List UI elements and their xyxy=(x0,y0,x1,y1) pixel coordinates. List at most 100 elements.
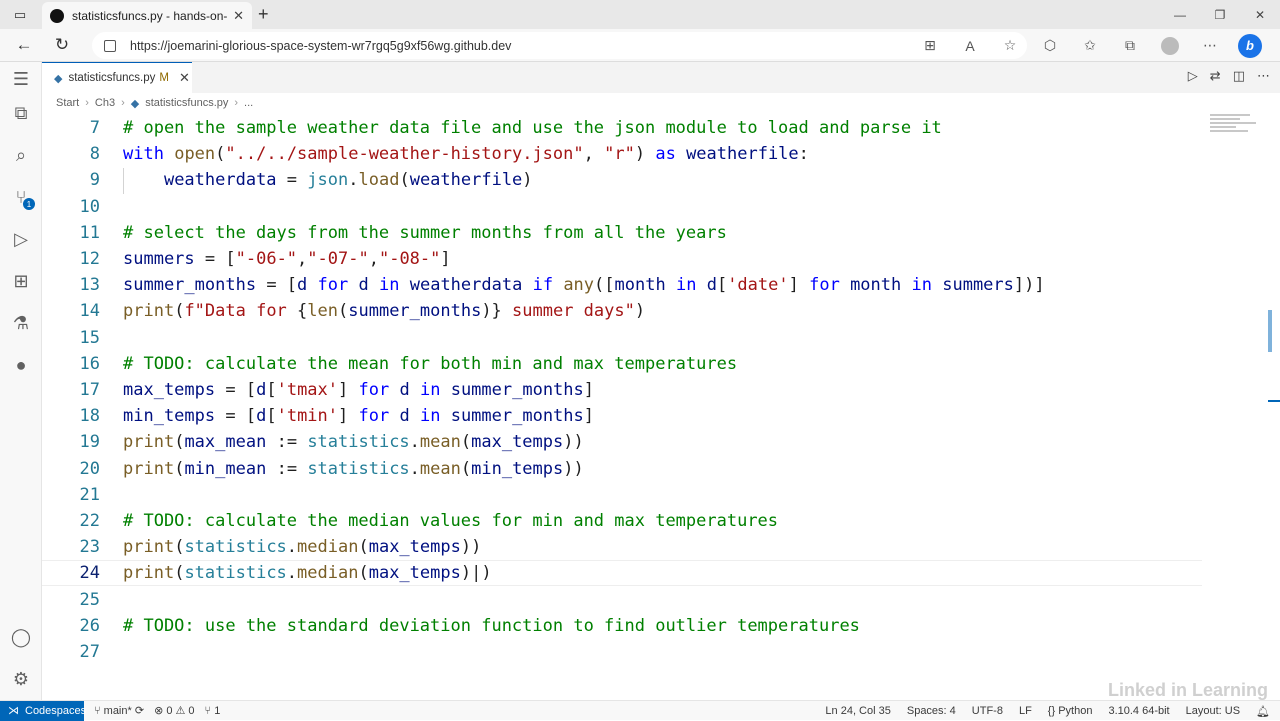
end-of-line[interactable]: LF xyxy=(1019,705,1032,717)
code-text[interactable]: min_temps = [d['tmin'] for d in summer_m… xyxy=(123,406,594,426)
profile-avatar[interactable] xyxy=(1150,32,1190,59)
code-line[interactable]: 24 print(statistics.median(max_temps)|) xyxy=(42,560,1202,587)
breadcrumb-item[interactable]: Ch3 xyxy=(95,97,115,109)
python-file-icon: ◆ xyxy=(54,72,63,85)
code-text[interactable]: # open the sample weather data file and … xyxy=(123,118,942,138)
code-text[interactable]: summer_months = [d for d in weatherdata … xyxy=(123,275,1045,295)
code-line[interactable]: 17 max_temps = [d['tmax'] for d in summer… xyxy=(42,377,1202,403)
collections-icon[interactable]: ⧉ xyxy=(1110,32,1150,59)
code-text[interactable]: print(f"Data for {len(summer_months)} su… xyxy=(123,301,645,321)
browser-toolbar: ⊞ A ☆ ⬡ ✩ ⧉ ⋯ b xyxy=(910,32,1270,59)
code-line[interactable]: 8 with open("../../sample-weather-history… xyxy=(42,141,1202,167)
breadcrumb-item[interactable]: ... xyxy=(244,97,253,109)
code-line[interactable]: 25 xyxy=(42,587,1202,613)
code-line[interactable]: 14 print(f"Data for {len(summer_months)} … xyxy=(42,298,1202,324)
minimize-button[interactable]: — xyxy=(1160,0,1200,29)
code-line[interactable]: 7 # open the sample weather data file and… xyxy=(42,115,1202,141)
breadcrumb-item[interactable]: Start xyxy=(56,97,79,109)
code-line[interactable]: 27 xyxy=(42,639,1202,665)
code-text[interactable]: print(max_mean := statistics.mean(max_te… xyxy=(123,432,584,452)
code-line[interactable]: 12 summers = ["-06-","-07-","-08-"] xyxy=(42,246,1202,272)
search-icon[interactable]: ⌕ xyxy=(0,138,42,172)
notifications-bell-icon[interactable]: 🔔︎ xyxy=(1256,705,1270,718)
menu-icon[interactable]: ☰ xyxy=(0,62,42,96)
testing-icon[interactable]: ⚗ xyxy=(0,306,42,340)
code-text[interactable]: summers = ["-06-","-07-","-08-"] xyxy=(123,249,451,269)
code-text[interactable]: max_temps = [d['tmax'] for d in summer_m… xyxy=(123,380,594,400)
code-line[interactable]: 19 print(max_mean := statistics.mean(max_… xyxy=(42,429,1202,455)
accounts-icon[interactable]: ◯ xyxy=(0,620,42,654)
activity-bar: ☰ ⧉ ⌕ ⑂ 1 ▷ ⊞ ⚗ ● ◯ ⚙ xyxy=(0,62,42,700)
remote-indicator[interactable]: ⋊ Codespaces xyxy=(0,700,86,721)
code-line[interactable]: 11 # select the days from the summer mont… xyxy=(42,220,1202,246)
tab-actions-icon[interactable]: ▭ xyxy=(8,5,32,25)
more-actions-icon[interactable]: ⋯ xyxy=(1257,68,1270,84)
chevron-right-icon: › xyxy=(121,97,125,109)
code-text[interactable]: # select the days from the summer months… xyxy=(123,223,727,243)
code-line[interactable]: 15 xyxy=(42,325,1202,351)
code-text[interactable]: with open("../../sample-weather-history.… xyxy=(123,144,809,164)
language-mode[interactable]: {} Python xyxy=(1048,705,1093,717)
close-editor-tab-icon[interactable]: ✕ xyxy=(179,70,190,86)
indentation[interactable]: Spaces: 4 xyxy=(907,705,956,717)
more-menu-icon[interactable]: ⋯ xyxy=(1190,32,1230,59)
code-line[interactable]: 22 # TODO: calculate the median values fo… xyxy=(42,508,1202,534)
cursor-position[interactable]: Ln 24, Col 35 xyxy=(825,705,890,717)
explorer-icon[interactable]: ⧉ xyxy=(0,96,42,130)
problems-status[interactable]: ⊗ 0 ⚠ 0 xyxy=(154,704,194,717)
breadcrumb: Start › Ch3 › ◆ statisticsfuncs.py › ... xyxy=(56,95,253,111)
new-tab-button[interactable]: + xyxy=(258,4,269,25)
ports-status[interactable]: ⑂ 1 xyxy=(205,705,221,717)
restore-button[interactable]: ❐ xyxy=(1200,0,1240,29)
favorite-star-icon[interactable]: ☆ xyxy=(990,32,1030,59)
extensions-view-icon[interactable]: ⊞ xyxy=(0,264,42,298)
run-debug-icon[interactable]: ▷ xyxy=(0,222,42,256)
code-text[interactable]: print(statistics.median(max_temps)) xyxy=(123,537,481,557)
code-line[interactable]: 18 min_temps = [d['tmin'] for d in summer… xyxy=(42,403,1202,429)
line-number: 25 xyxy=(79,589,100,610)
browser-tab[interactable]: statisticsfuncs.py - hands-on-adv ✕ xyxy=(42,2,252,29)
code-line[interactable]: 13 summer_months = [d for d in weatherdat… xyxy=(42,272,1202,298)
run-file-icon[interactable]: ▷ xyxy=(1188,68,1198,84)
bing-icon[interactable]: b xyxy=(1230,32,1270,59)
indent-guide xyxy=(123,168,124,194)
compare-changes-icon[interactable]: ⇄ xyxy=(1210,68,1221,84)
code-line[interactable]: 20 print(min_mean := statistics.mean(min_… xyxy=(42,456,1202,482)
encoding[interactable]: UTF-8 xyxy=(972,705,1003,717)
github-view-icon[interactable]: ● xyxy=(0,348,42,382)
code-text[interactable]: weatherdata = json.load(weatherfile) xyxy=(123,170,533,190)
extensions-icon[interactable]: ⬡ xyxy=(1030,32,1070,59)
code-text[interactable]: print(statistics.median(max_temps)|) xyxy=(123,563,492,583)
favorites-icon[interactable]: ✩ xyxy=(1070,32,1110,59)
code-text[interactable]: # TODO: calculate the median values for … xyxy=(123,511,778,531)
remote-icon: ⋊ xyxy=(8,705,19,717)
scrollbar-slider[interactable] xyxy=(1268,310,1272,352)
source-control-icon[interactable]: ⑂ 1 xyxy=(0,180,42,214)
code-line[interactable]: 16 # TODO: calculate the mean for both mi… xyxy=(42,351,1202,377)
code-line[interactable]: 9 weatherdata = json.load(weatherfile) xyxy=(42,167,1202,193)
keyboard-layout[interactable]: Layout: US xyxy=(1186,705,1240,717)
close-window-button[interactable]: ✕ xyxy=(1240,0,1280,29)
code-text[interactable]: # TODO: calculate the mean for both min … xyxy=(123,354,737,374)
url-text: https://joemarini-glorious-space-system-… xyxy=(130,38,512,53)
minimap[interactable] xyxy=(1210,112,1264,142)
refresh-button[interactable]: ↻ xyxy=(50,34,74,56)
tab-statisticsfuncs[interactable]: ◆ statisticsfuncs.py M ✕ xyxy=(42,62,192,93)
url-field[interactable]: https://joemarini-glorious-space-system-… xyxy=(92,32,1027,59)
split-editor-icon[interactable]: ◫ xyxy=(1233,68,1245,84)
app-available-icon[interactable]: ⊞ xyxy=(910,32,950,59)
code-line[interactable]: 23 print(statistics.median(max_temps)) xyxy=(42,534,1202,560)
back-button[interactable]: ← xyxy=(12,34,36,56)
code-editor[interactable]: 7 # open the sample weather data file and… xyxy=(42,115,1202,675)
code-text[interactable]: # TODO: use the standard deviation funct… xyxy=(123,616,860,636)
code-line[interactable]: 21 xyxy=(42,482,1202,508)
code-text[interactable]: print(min_mean := statistics.mean(min_te… xyxy=(123,459,584,479)
read-aloud-icon[interactable]: A xyxy=(950,32,990,59)
interpreter[interactable]: 3.10.4 64-bit xyxy=(1108,705,1169,717)
branch-status[interactable]: ⑂ main* ⟳ xyxy=(94,704,144,717)
breadcrumb-item[interactable]: statisticsfuncs.py xyxy=(145,97,228,109)
manage-gear-icon[interactable]: ⚙ xyxy=(0,662,42,696)
close-tab-icon[interactable]: ✕ xyxy=(233,8,244,24)
code-line[interactable]: 10 xyxy=(42,194,1202,220)
code-line[interactable]: 26 # TODO: use the standard deviation fun… xyxy=(42,613,1202,639)
